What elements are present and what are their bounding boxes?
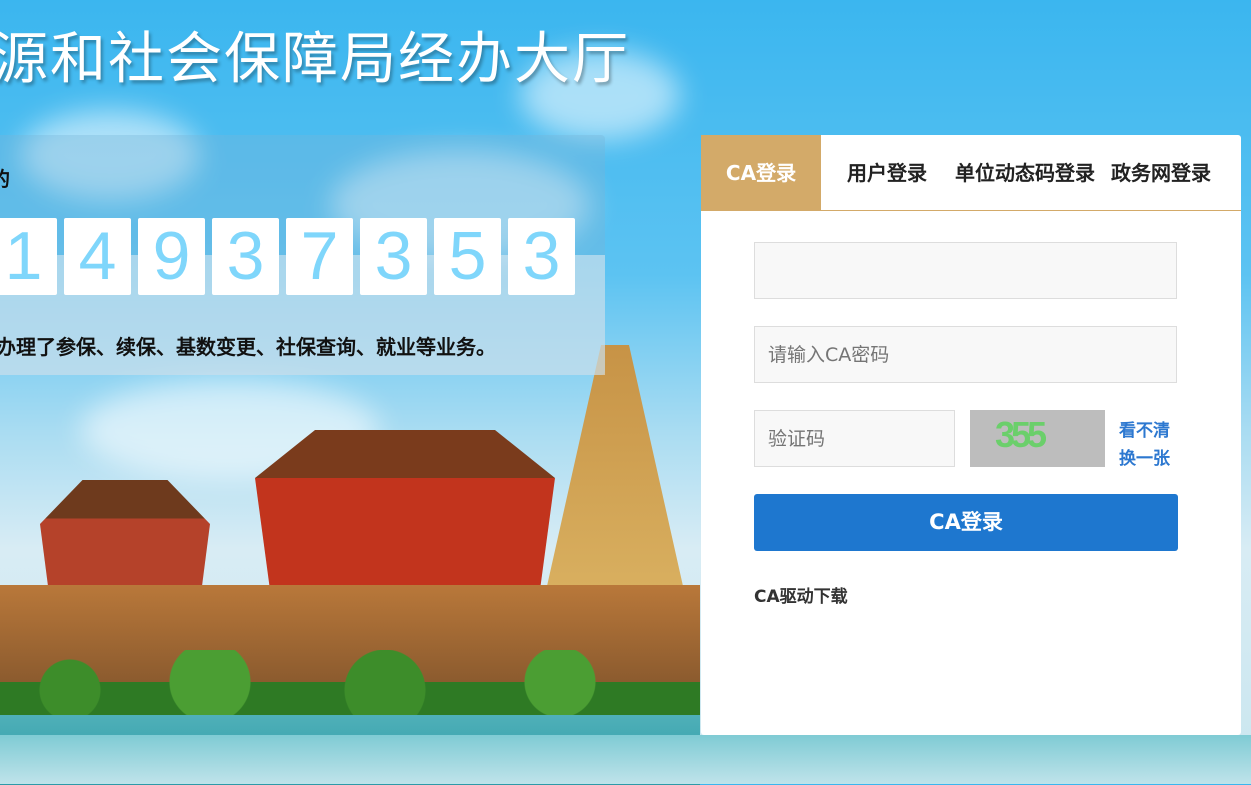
captcha-image[interactable]: 355 bbox=[970, 410, 1105, 467]
ca-driver-download-link[interactable]: CA驱动下载 bbox=[754, 582, 848, 607]
pagoda bbox=[545, 345, 685, 595]
landmark-background bbox=[0, 345, 700, 785]
ca-login-button[interactable]: CA登录 bbox=[754, 494, 1178, 551]
counter: 1 4 9 3 7 3 5 3 bbox=[0, 218, 575, 295]
login-tabs: CA登录 用户登录 单位动态码登录 政务网登录 bbox=[701, 135, 1241, 211]
counter-digit: 4 bbox=[64, 218, 131, 295]
stats-description: 办理了参保、续保、基数变更、社保查询、就业等业务。 bbox=[0, 335, 496, 359]
stats-label: 的 bbox=[0, 163, 10, 192]
counter-digit: 3 bbox=[212, 218, 279, 295]
captcha-input[interactable] bbox=[754, 410, 955, 467]
captcha-unclear-link[interactable]: 看不清 bbox=[1119, 417, 1170, 445]
counter-digit: 3 bbox=[360, 218, 427, 295]
counter-digit: 9 bbox=[138, 218, 205, 295]
counter-digit: 3 bbox=[508, 218, 575, 295]
login-panel: CA登录 用户登录 单位动态码登录 政务网登录 355 看不清 换一张 CA登录… bbox=[701, 135, 1241, 735]
counter-digit: 1 bbox=[0, 218, 57, 295]
tab-unit-code-login[interactable]: 单位动态码登录 bbox=[939, 135, 1099, 210]
gate-tower bbox=[255, 430, 555, 590]
counter-digit: 5 bbox=[434, 218, 501, 295]
pavilion bbox=[40, 480, 210, 590]
counter-digit: 7 bbox=[286, 218, 353, 295]
tab-user-login[interactable]: 用户登录 bbox=[835, 135, 939, 210]
stats-panel: 的 1 4 9 3 7 3 5 3 办理了参保、续保、基数变更、社保查询、就业等… bbox=[0, 135, 605, 375]
tab-ca-login[interactable]: CA登录 bbox=[701, 135, 821, 210]
ca-password-input[interactable] bbox=[754, 326, 1177, 383]
water bbox=[0, 735, 1251, 784]
page-title: 源和社会保障局经办大厅 bbox=[0, 27, 630, 92]
captcha-refresh-link[interactable]: 换一张 bbox=[1119, 445, 1170, 473]
tab-gov-network-login[interactable]: 政务网登录 bbox=[1099, 135, 1223, 210]
ca-certificate-input[interactable] bbox=[754, 242, 1177, 299]
